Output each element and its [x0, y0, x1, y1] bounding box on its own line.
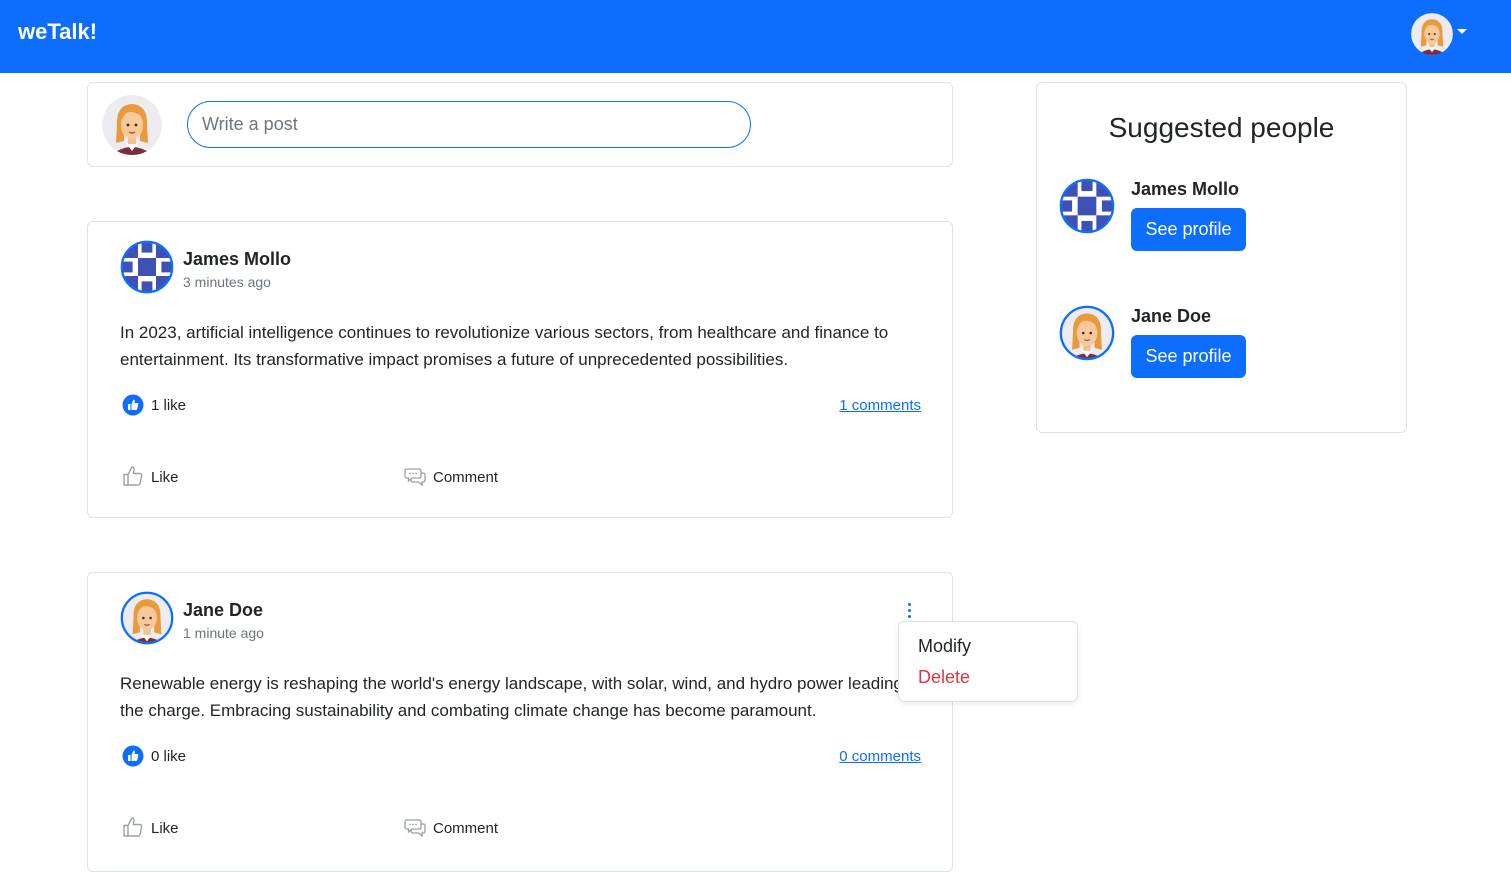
- thumbs-up-badge-icon: [122, 745, 144, 767]
- suggested-people-panel: Suggested people James Mollo See profile…: [1036, 82, 1407, 433]
- likes-count-text: 0 like: [151, 748, 187, 765]
- comments-count-link[interactable]: 1 comments: [839, 397, 921, 414]
- suggested-people-title: Suggested people: [1108, 112, 1335, 143]
- post-author[interactable]: James Mollo: [183, 249, 291, 270]
- modify-menu-item[interactable]: Modify: [918, 636, 971, 657]
- woman-avatar-icon: [1411, 13, 1453, 55]
- pattern-avatar-icon[interactable]: [1059, 178, 1115, 234]
- post-author[interactable]: Jane Doe: [183, 600, 263, 621]
- comment-bubble-icon: [404, 468, 426, 487]
- post-options-menu: Modify Delete: [898, 621, 1078, 702]
- suggested-person-name: James Mollo: [1131, 179, 1240, 199]
- likes-count-text: 1 like: [151, 397, 187, 414]
- woman-avatar-icon: [102, 95, 162, 155]
- post-card: James Mollo 3 minutes ago In 2023, artif…: [87, 221, 953, 518]
- post-composer: [87, 82, 953, 167]
- comment-bubble-icon: [404, 819, 426, 838]
- suggested-person: James Mollo See profile: [1059, 178, 1389, 258]
- user-menu-toggle[interactable]: [1411, 13, 1471, 57]
- pattern-avatar-icon[interactable]: [120, 240, 174, 294]
- suggested-person: Jane Doe See profile: [1059, 305, 1389, 385]
- thumbs-up-icon: [123, 466, 143, 486]
- thumbs-up-icon: [123, 817, 143, 837]
- woman-avatar-icon[interactable]: [1059, 305, 1115, 361]
- post-options-icon[interactable]: [900, 601, 920, 621]
- like-label: Like: [151, 469, 179, 486]
- post-body: Renewable energy is reshaping the world'…: [120, 674, 903, 720]
- write-post-input[interactable]: [187, 101, 751, 148]
- like-label: Like: [151, 820, 179, 837]
- comment-label: Comment: [433, 820, 499, 837]
- thumbs-up-badge-icon: [122, 394, 144, 416]
- post-timestamp: 3 minutes ago: [183, 274, 271, 290]
- comments-count-link[interactable]: 0 comments: [839, 748, 921, 765]
- post-body: In 2023, artificial intelligence continu…: [120, 323, 889, 369]
- post-card: Jane Doe 1 minute ago Renewable energy i…: [87, 572, 953, 872]
- suggested-person-name: Jane Doe: [1131, 306, 1212, 326]
- caret-down-icon: [1457, 29, 1467, 34]
- top-navbar: weTalk!: [0, 0, 1511, 73]
- see-profile-button[interactable]: See profile: [1131, 335, 1246, 378]
- see-profile-button[interactable]: See profile: [1131, 208, 1246, 251]
- woman-avatar-icon[interactable]: [120, 591, 174, 645]
- brand-logo[interactable]: weTalk!: [18, 19, 97, 45]
- post-timestamp: 1 minute ago: [183, 625, 264, 641]
- delete-menu-item[interactable]: Delete: [918, 667, 970, 688]
- comment-label: Comment: [433, 469, 499, 486]
